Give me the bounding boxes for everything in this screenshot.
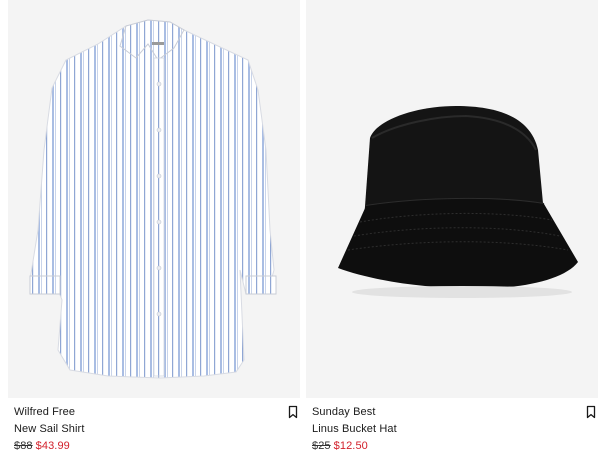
bookmark-icon[interactable]	[584, 405, 598, 419]
sale-price: $43.99	[35, 440, 70, 452]
product-name[interactable]: New Sail Shirt	[14, 421, 274, 438]
product-brand[interactable]: Sunday Best	[312, 404, 572, 421]
product-info[interactable]: Wilfred Free New Sail Shirt $88 $43.99	[14, 404, 274, 455]
product-card[interactable]: Wilfred Free New Sail Shirt $88 $43.99	[8, 0, 300, 458]
original-price: $88	[14, 440, 33, 452]
black-bucket-hat-image	[338, 106, 578, 298]
product-brand[interactable]: Wilfred Free	[14, 404, 274, 421]
product-info[interactable]: Sunday Best Linus Bucket Hat $25 $12.50	[312, 404, 572, 455]
sale-price: $12.50	[333, 440, 368, 452]
striped-shirt-image	[29, 19, 277, 379]
bookmark-icon[interactable]	[286, 405, 300, 419]
original-price: $25	[312, 440, 331, 452]
product-grid: Wilfred Free New Sail Shirt $88 $43.99 S…	[0, 0, 600, 458]
product-image[interactable]	[8, 0, 300, 398]
price-row: $25 $12.50	[312, 438, 572, 455]
price-row: $88 $43.99	[14, 438, 274, 455]
product-name[interactable]: Linus Bucket Hat	[312, 421, 572, 438]
product-image[interactable]	[306, 0, 598, 398]
product-card[interactable]: Sunday Best Linus Bucket Hat $25 $12.50	[306, 0, 598, 458]
